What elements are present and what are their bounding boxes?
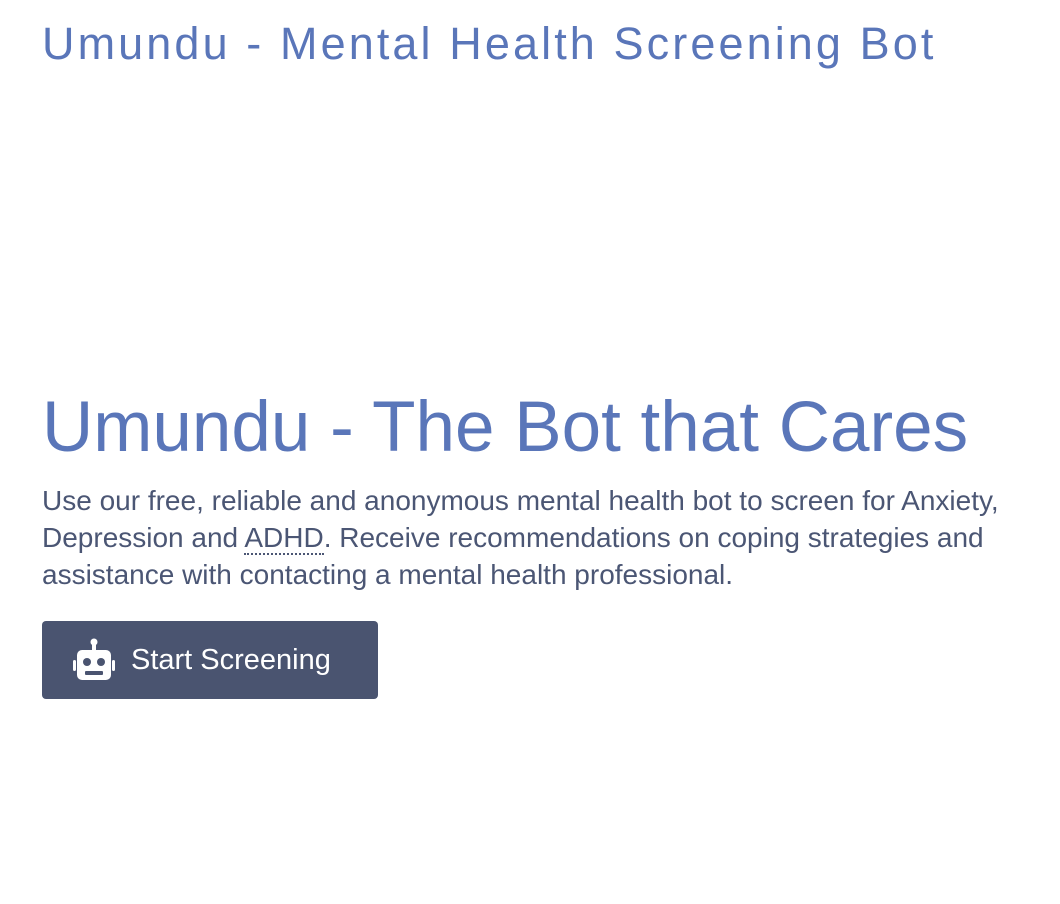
robot-icon xyxy=(73,638,115,680)
hero-section: Umundu - The Bot that Cares Use our free… xyxy=(42,388,1060,699)
start-screening-label: Start Screening xyxy=(131,643,331,676)
start-screening-button[interactable]: Start Screening xyxy=(42,621,378,699)
site-title[interactable]: Umundu - Mental Health Screening Bot xyxy=(42,18,937,70)
hero-description: Use our free, reliable and anonymous men… xyxy=(42,482,1052,593)
hero-title: Umundu - The Bot that Cares xyxy=(42,388,969,467)
adhd-abbreviation: ADHD xyxy=(244,522,324,555)
